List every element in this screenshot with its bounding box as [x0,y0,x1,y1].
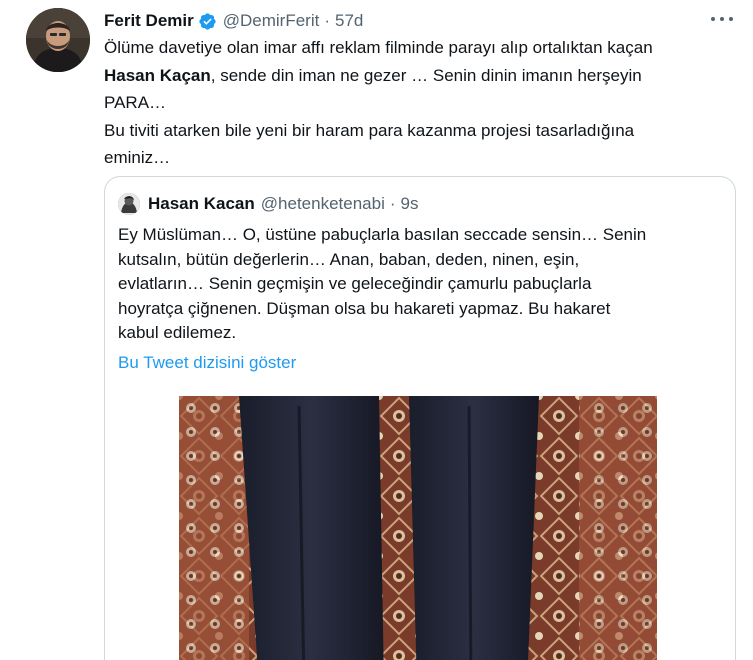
quoted-tweet-header: Hasan Kacan @hetenketenabi · 9s [118,193,419,215]
quoted-text-line: hoyratça çiğnenen. Düşman olsa bu hakare… [118,298,611,318]
more-options-icon[interactable] [711,12,733,26]
quoted-tweet-text: Ey Müslüman… O, üstüne pabuçlarla basıla… [118,223,728,346]
tweet-text-line: Hasan Kaçan, sende din iman ne gezer … S… [104,62,724,90]
mention-bold: Hasan Kaçan [104,65,211,85]
quoted-text-line: kutsalın, bütün değerlerin… Anan, baban,… [118,249,580,269]
tweet-text-fragment: , sende din iman ne gezer … Senin dinin … [210,65,642,85]
verified-badge-icon [198,12,217,31]
quoted-author-avatar[interactable] [118,193,140,215]
author-name[interactable]: Ferit Demir [104,11,194,31]
quoted-tweet[interactable]: Hasan Kacan @hetenketenabi · 9s Ey Müslü… [104,176,736,660]
show-thread-link[interactable]: Bu Tweet dizisini göster [118,353,296,373]
quoted-author-name[interactable]: Hasan Kacan [148,194,255,214]
author-avatar[interactable] [26,8,90,72]
quoted-text-line: kabul edilemez. [118,323,237,342]
author-handle[interactable]: @DemirFerit [223,11,320,31]
quoted-author-handle[interactable]: @hetenketenabi [261,194,385,214]
tweet-text-line: Ölüme davetiye olan imar affı reklam fil… [104,38,653,57]
tweet-text-line: PARA… [104,93,167,112]
quoted-text-line: evlatların… Senin geçmişin ve geleceğind… [118,274,592,293]
tweet-text: Ölüme davetiye olan imar affı reklam fil… [104,34,724,172]
quoted-tweet-time[interactable]: 9s [401,194,419,214]
tweet-time[interactable]: 57d [335,11,363,31]
tweet[interactable]: Ferit Demir @DemirFerit · 57d Ölüme dave… [0,0,753,660]
tweet-text-line: Bu tiviti atarken bile yeni bir haram pa… [104,120,635,140]
quoted-tweet-image[interactable] [179,396,657,660]
quoted-header-separator: · [389,194,396,213]
tweet-text-line: eminiz… [104,148,171,167]
header-separator: · [324,11,331,30]
quoted-text-line: Ey Müslüman… O, üstüne pabuçlarla basıla… [118,225,647,244]
tweet-header: Ferit Demir @DemirFerit · 57d [104,10,363,32]
